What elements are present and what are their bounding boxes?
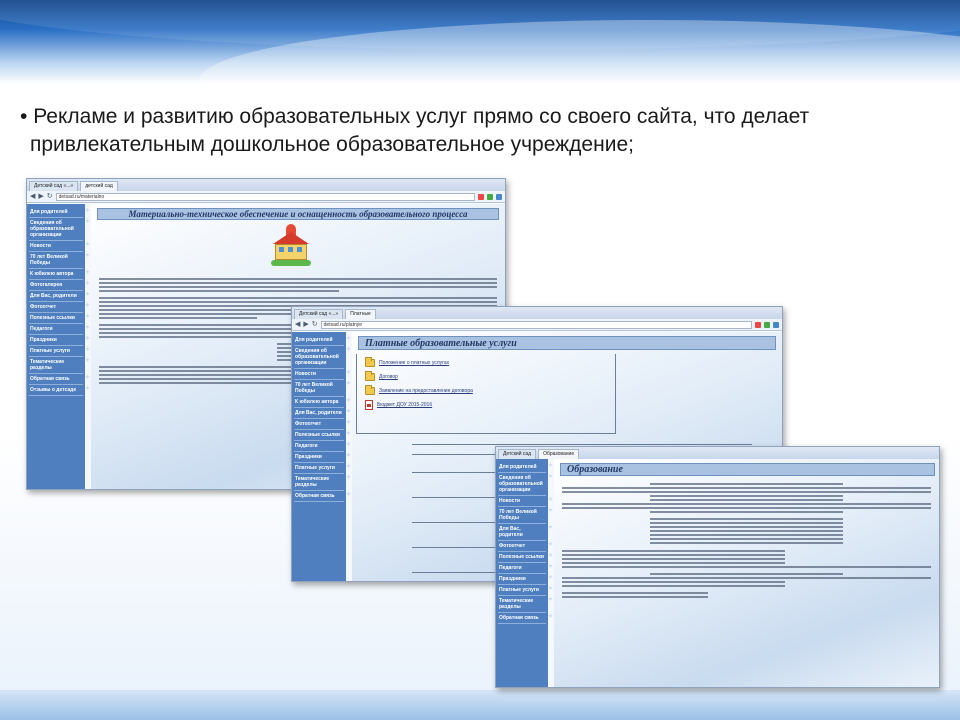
page-content: Для родителей Сведения об образовательно…: [496, 459, 939, 687]
address-bar[interactable]: detsad.ru/platnye: [320, 320, 752, 329]
sidebar-item[interactable]: 70 лет Великой Победы: [498, 507, 553, 524]
browser-tab[interactable]: Образование: [538, 449, 580, 459]
folder-icon: [365, 371, 375, 381]
pdf-icon: [365, 400, 373, 410]
address-bar[interactable]: detsad.ru/materialno: [55, 192, 475, 201]
sidebar-item[interactable]: Фотоотчет: [498, 541, 553, 552]
sidebar-item[interactable]: Фотоотчет: [294, 419, 351, 430]
sidebar-item[interactable]: Тематические разделы: [498, 596, 553, 613]
kindergarten-building-icon: [271, 224, 311, 266]
browser-tab[interactable]: Детский сад «...»: [294, 309, 344, 319]
site-sidebar: Для родителей Сведения об образовательно…: [496, 459, 553, 687]
forward-arrow-icon[interactable]: ▶: [303, 321, 308, 329]
reload-icon[interactable]: ↻: [312, 321, 318, 329]
tab-bar: Детский сад «...» детский сад: [27, 179, 505, 191]
bullet-line-2: привлекательным дошкольное образовательн…: [30, 133, 634, 156]
sidebar-item[interactable]: Для родителей: [29, 207, 90, 218]
folder-icon: [365, 357, 375, 367]
document-link[interactable]: Заявление на предоставление договора: [379, 388, 473, 394]
browser-tab[interactable]: Детский сад «...»: [29, 181, 79, 191]
browser-toolbar-icon[interactable]: [496, 193, 502, 200]
sidebar-item[interactable]: К юбилею автора: [294, 397, 351, 408]
page-main: Образование: [554, 459, 939, 687]
page-title: Материально-техническое обеспечение и ос…: [97, 208, 499, 220]
browser-window-3: Детский сад Образование Для родителей Св…: [495, 446, 940, 688]
sidebar-item[interactable]: Для Вас, родители: [294, 408, 351, 419]
forward-arrow-icon[interactable]: ▶: [38, 193, 43, 201]
nav-bar: ◀ ▶ ↻ detsad.ru/platnye: [292, 319, 782, 331]
sidebar-item[interactable]: Тематические разделы: [294, 474, 351, 491]
sidebar-item[interactable]: Новости: [294, 369, 351, 380]
sidebar-item[interactable]: Для Вас, родители: [29, 291, 90, 302]
sidebar-item[interactable]: Фотоотчет: [29, 302, 90, 313]
sidebar-item[interactable]: Сведения об образовательной организации: [498, 473, 553, 496]
document-link[interactable]: Договор: [379, 374, 398, 380]
browser-tab[interactable]: детский сад: [80, 181, 118, 191]
slide-bullet-text: • Рекламе и развитию образовательных усл…: [20, 103, 940, 159]
sidebar-item[interactable]: Педагоги: [498, 563, 553, 574]
sidebar-item[interactable]: Обратная связь: [294, 491, 351, 502]
reload-icon[interactable]: ↻: [47, 193, 53, 201]
sidebar-item[interactable]: Фотогалерея: [29, 280, 90, 291]
slide-header-band: [0, 0, 960, 84]
sidebar-item[interactable]: Новости: [498, 496, 553, 507]
document-row[interactable]: Договор: [365, 371, 607, 382]
sidebar-item[interactable]: Обратная связь: [29, 374, 90, 385]
sidebar-item[interactable]: 70 лет Великой Победы: [29, 252, 90, 269]
sidebar-item[interactable]: Отзывы о детсаде: [29, 385, 90, 396]
document-row[interactable]: Положение о платных услугах: [365, 357, 607, 368]
site-sidebar: Для родителей Сведения об образовательно…: [292, 332, 351, 581]
page-title: Платные образовательные услуги: [358, 336, 776, 350]
browser-toolbar-icon[interactable]: [764, 321, 770, 328]
browser-toolbar-icon[interactable]: [755, 321, 761, 328]
sidebar-item[interactable]: Сведения об образовательной организации: [294, 346, 351, 369]
sidebar-item[interactable]: Платные услуги: [29, 346, 90, 357]
documents-panel: Положение о платных услугах Договор Заяв…: [356, 354, 616, 434]
browser-toolbar-icon[interactable]: [487, 193, 493, 200]
folder-icon: [365, 385, 375, 395]
sidebar-item[interactable]: Для родителей: [294, 335, 351, 346]
sidebar-item[interactable]: Платные услуги: [498, 585, 553, 596]
browser-tab[interactable]: Платные: [345, 309, 376, 319]
page-title: Образование: [560, 463, 935, 476]
document-row[interactable]: Бюджет ДОУ 2015-2016: [365, 400, 607, 410]
document-row[interactable]: Заявление на предоставление договора: [365, 385, 607, 396]
tab-bar: Детский сад Образование: [496, 447, 939, 459]
sidebar-item[interactable]: Полезные ссылки: [29, 313, 90, 324]
sidebar-item[interactable]: Педагоги: [29, 324, 90, 335]
browser-toolbar-icon[interactable]: [773, 321, 779, 328]
sidebar-item[interactable]: Обратная связь: [498, 613, 553, 624]
tab-bar: Детский сад «...» Платные: [292, 307, 782, 319]
sidebar-item[interactable]: Праздники: [294, 452, 351, 463]
sidebar-item[interactable]: Платные услуги: [294, 463, 351, 474]
bullet-line-1: • Рекламе и развитию образовательных усл…: [20, 103, 940, 131]
sidebar-item[interactable]: Педагоги: [294, 441, 351, 452]
sidebar-item[interactable]: Полезные ссылки: [498, 552, 553, 563]
sidebar-item[interactable]: Тематические разделы: [29, 357, 90, 374]
sidebar-item[interactable]: Сведения об образовательной организации: [29, 218, 90, 241]
back-arrow-icon[interactable]: ◀: [295, 321, 300, 329]
bullet-mark: •: [20, 105, 28, 128]
site-sidebar: Для родителей Сведения об образовательно…: [27, 204, 90, 489]
sidebar-item[interactable]: Новости: [29, 241, 90, 252]
sidebar-item[interactable]: Для Вас, родители: [498, 524, 553, 541]
sidebar-item[interactable]: Праздники: [29, 335, 90, 346]
browser-toolbar-icon[interactable]: [478, 193, 484, 200]
sidebar-item[interactable]: Полезные ссылки: [294, 430, 351, 441]
nav-bar: ◀ ▶ ↻ detsad.ru/materialno: [27, 191, 505, 203]
document-link[interactable]: Бюджет ДОУ 2015-2016: [377, 402, 432, 408]
sidebar-item[interactable]: Праздники: [498, 574, 553, 585]
body-text: [554, 481, 939, 600]
back-arrow-icon[interactable]: ◀: [30, 193, 35, 201]
slide-footer-band: [0, 690, 960, 720]
sidebar-item[interactable]: 70 лет Великой Победы: [294, 380, 351, 397]
browser-tab[interactable]: Детский сад: [498, 449, 537, 459]
sidebar-item[interactable]: Для родителей: [498, 462, 553, 473]
document-link[interactable]: Положение о платных услугах: [379, 360, 449, 366]
bullet-line-1-text: Рекламе и развитию образовательных услуг…: [33, 105, 810, 128]
sidebar-item[interactable]: К юбилею автора: [29, 269, 90, 280]
